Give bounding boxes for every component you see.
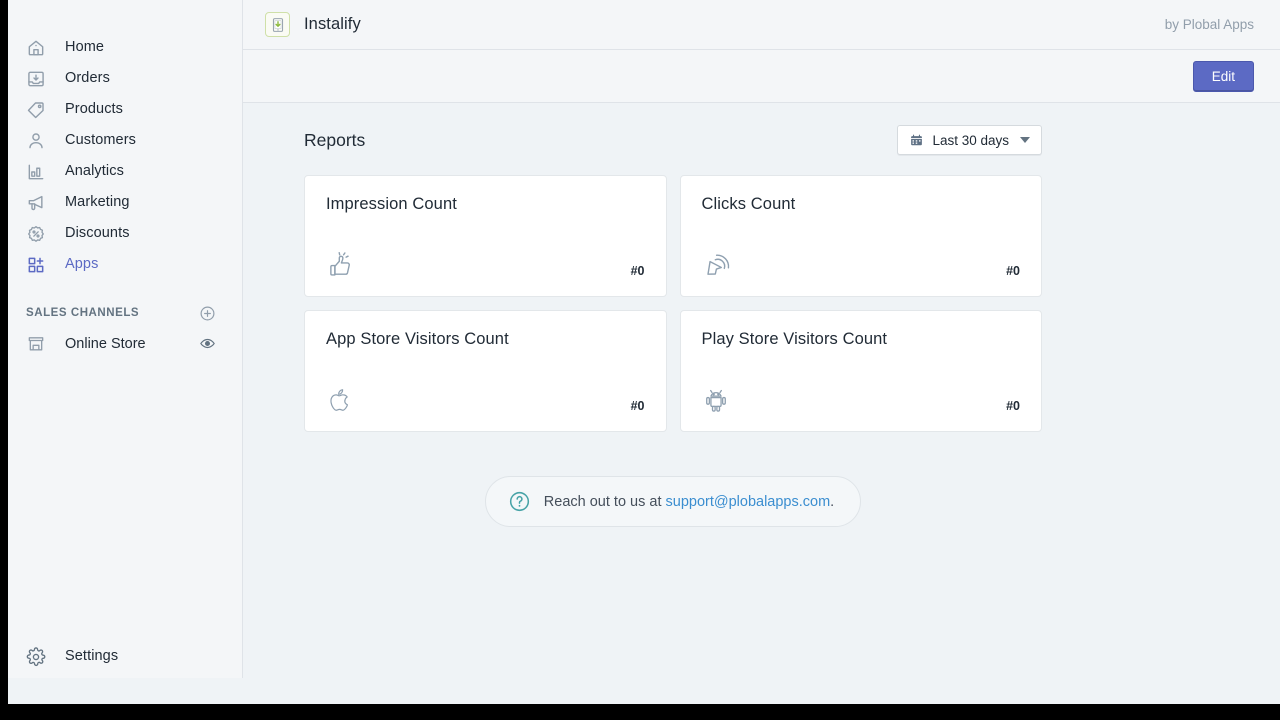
support-suffix: . bbox=[830, 494, 834, 510]
metrics-grid: Impression Count #0 bbox=[304, 175, 1042, 432]
date-range-selector[interactable]: Last 30 days bbox=[897, 125, 1042, 155]
sidebar-item-analytics[interactable]: Analytics bbox=[8, 156, 234, 187]
phone-download-icon bbox=[265, 12, 290, 37]
chevron-down-icon bbox=[1020, 137, 1030, 143]
sidebar-item-apps[interactable]: Apps bbox=[8, 249, 234, 280]
help-question-icon bbox=[508, 490, 531, 513]
metric-card-impression-count[interactable]: Impression Count #0 bbox=[304, 175, 667, 297]
metric-value: #0 bbox=[1006, 399, 1020, 415]
metric-value: #0 bbox=[631, 399, 645, 415]
reports-section: Reports bbox=[243, 103, 1280, 678]
sidebar-item-label: Marketing bbox=[65, 195, 130, 210]
eye-icon[interactable] bbox=[199, 335, 216, 352]
sales-channels-title: SALES CHANNELS bbox=[26, 307, 139, 319]
sidebar-item-label: Customers bbox=[65, 133, 136, 148]
sidebar-item-marketing[interactable]: Marketing bbox=[8, 187, 234, 218]
metric-card-play-store-visitors-count[interactable]: Play Store Visitors Count bbox=[680, 310, 1043, 432]
sidebar-item-label: Home bbox=[65, 40, 104, 55]
sidebar: Home Orders Products bbox=[8, 0, 243, 678]
app-header: Instalify by Plobal Apps bbox=[243, 0, 1280, 50]
main-content: Instalify by Plobal Apps Edit Reports bbox=[243, 0, 1280, 678]
metric-card-clicks-count[interactable]: Clicks Count #0 bbox=[680, 175, 1043, 297]
support-text: Reach out to us at support@plobalapps.co… bbox=[544, 494, 834, 510]
online-store-icon bbox=[25, 334, 46, 354]
home-icon bbox=[25, 37, 46, 58]
marketing-megaphone-icon bbox=[25, 192, 46, 213]
sidebar-item-customers[interactable]: Customers bbox=[8, 125, 234, 156]
calendar-icon bbox=[909, 133, 924, 148]
products-tag-icon bbox=[25, 99, 46, 120]
sidebar-item-label: Apps bbox=[65, 257, 98, 272]
edit-button[interactable]: Edit bbox=[1193, 61, 1254, 92]
click-cursor-icon bbox=[702, 250, 732, 280]
customers-person-icon bbox=[25, 130, 46, 151]
sidebar-item-label: Settings bbox=[65, 649, 118, 664]
metric-card-app-store-visitors-count[interactable]: App Store Visitors Count #0 bbox=[304, 310, 667, 432]
action-bar: Edit bbox=[243, 50, 1280, 103]
app-author: by Plobal Apps bbox=[1165, 17, 1254, 32]
discounts-percent-icon bbox=[25, 223, 46, 244]
add-sales-channel-icon[interactable] bbox=[199, 305, 216, 322]
date-range-label: Last 30 days bbox=[932, 133, 1009, 148]
sidebar-item-products[interactable]: Products bbox=[8, 94, 234, 125]
page-title: Instalify bbox=[304, 15, 361, 34]
analytics-bar-chart-icon bbox=[25, 161, 46, 182]
metric-value: #0 bbox=[1006, 264, 1020, 280]
android-icon bbox=[702, 385, 730, 415]
sidebar-item-label: Online Store bbox=[65, 336, 180, 352]
support-email-link[interactable]: support@plobalapps.com bbox=[666, 494, 831, 510]
orders-icon bbox=[25, 68, 46, 89]
apple-icon bbox=[326, 385, 354, 415]
sidebar-item-home[interactable]: Home bbox=[8, 32, 234, 63]
sidebar-item-discounts[interactable]: Discounts bbox=[8, 218, 234, 249]
apps-grid-plus-icon bbox=[25, 254, 46, 275]
metric-title: Impression Count bbox=[326, 195, 645, 214]
metric-title: Clicks Count bbox=[702, 195, 1021, 214]
support-banner: Reach out to us at support@plobalapps.co… bbox=[485, 476, 861, 527]
support-prefix: Reach out to us at bbox=[544, 494, 666, 510]
reports-header: Reports bbox=[304, 125, 1042, 155]
sidebar-item-online-store[interactable]: Online Store bbox=[8, 328, 242, 359]
support-banner-wrapper: Reach out to us at support@plobalapps.co… bbox=[304, 476, 1042, 527]
thumbs-up-icon bbox=[326, 250, 356, 280]
metric-value: #0 bbox=[631, 264, 645, 280]
sidebar-item-settings[interactable]: Settings bbox=[8, 641, 242, 672]
sales-channels-section-header: SALES CHANNELS bbox=[8, 298, 242, 328]
metric-title: Play Store Visitors Count bbox=[702, 330, 1021, 349]
sidebar-item-label: Discounts bbox=[65, 226, 130, 241]
sidebar-item-orders[interactable]: Orders bbox=[8, 63, 234, 94]
sidebar-item-label: Products bbox=[65, 102, 123, 117]
sidebar-item-label: Orders bbox=[65, 71, 110, 86]
gear-icon bbox=[25, 647, 46, 667]
metric-title: App Store Visitors Count bbox=[326, 330, 645, 349]
reports-title: Reports bbox=[304, 130, 365, 151]
app-window: Home Orders Products bbox=[8, 0, 1280, 704]
sidebar-item-label: Analytics bbox=[65, 164, 124, 179]
